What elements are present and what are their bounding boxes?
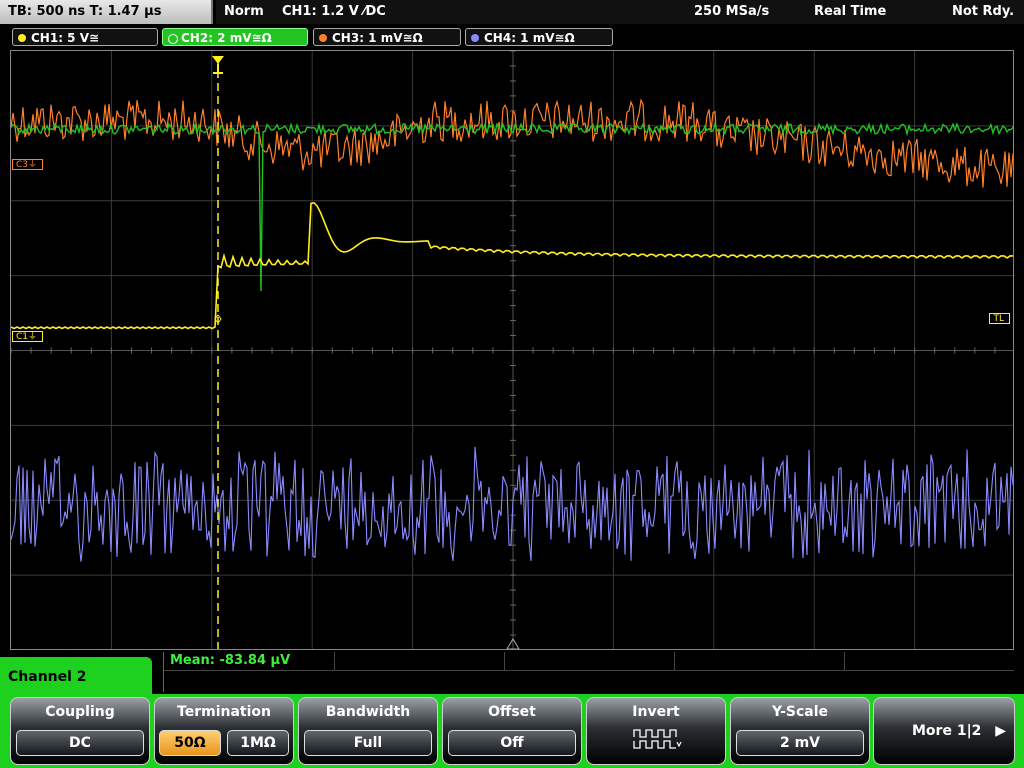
tab-ch2-label: CH2: 2 mV≅Ω: [181, 31, 272, 45]
trigger-position-icon[interactable]: [212, 56, 224, 74]
tab-ch4-label: CH4: 1 mV≅Ω: [484, 31, 575, 45]
yscale-softkey[interactable]: Y-Scale 2 mV: [730, 697, 870, 765]
tab-ch1-label: CH1: 5 V≅: [31, 31, 100, 45]
tab-ch3-label: CH3: 1 mV≅Ω: [332, 31, 423, 45]
next-page-icon: ▶: [995, 723, 1006, 739]
ch4-dot-icon: [471, 34, 479, 42]
ch1-trace: [11, 201, 1013, 330]
bandwidth-softkey[interactable]: Bandwidth Full: [298, 697, 438, 765]
coupling-softkey[interactable]: Coupling DC: [10, 697, 150, 765]
termination-softkey[interactable]: Termination 50Ω 1MΩ: [154, 697, 294, 765]
sample-rate: 250 MSa/s: [694, 4, 770, 19]
mean-readout: Mean: -83.84 µV: [170, 653, 291, 668]
tab-ch1[interactable]: CH1: 5 V≅: [12, 28, 158, 46]
measurement-panel: Mean: -83.84 µV: [163, 652, 1014, 692]
termination-1mohm-option[interactable]: 1MΩ: [227, 730, 289, 756]
ch1-offset-marker[interactable]: C1⏚: [12, 331, 44, 342]
acquisition-mode: Real Time: [814, 4, 887, 19]
measurement-row: Mean: -83.84 µV: [164, 652, 1014, 671]
tab-ch2[interactable]: CH2: 2 mV≅Ω: [162, 28, 308, 46]
more-softkey[interactable]: More 1|2 ▶: [873, 697, 1015, 765]
more-label: More 1|2: [912, 723, 982, 739]
measurement-cell: [504, 652, 675, 670]
menu-title-label: Channel 2: [8, 669, 87, 685]
trigger-level-marker[interactable]: TL: [989, 313, 1010, 324]
coupling-title: Coupling: [45, 704, 115, 720]
bandwidth-title: Bandwidth: [325, 704, 411, 720]
yscale-title: Y-Scale: [771, 704, 828, 720]
yscale-value[interactable]: 2 mV: [736, 730, 864, 756]
tab-ch4[interactable]: CH4: 1 mV≅Ω: [465, 28, 613, 46]
graticule: [11, 51, 1013, 649]
offset-title: Offset: [488, 704, 536, 720]
offset-softkey[interactable]: Offset Off: [442, 697, 582, 765]
trigger-source[interactable]: CH1: 1.2 V ⁄DC: [282, 0, 386, 24]
ch3-offset-marker[interactable]: C3⏚: [12, 159, 44, 170]
invert-softkey[interactable]: Invert: [586, 697, 726, 765]
invert-title: Invert: [632, 704, 680, 720]
measurement-cell: [334, 652, 505, 670]
timebase-readout[interactable]: TB: 500 ns T: 1.47 µs: [0, 0, 213, 24]
waveform-display[interactable]: C3⏚ C1⏚ TL: [10, 50, 1014, 650]
ch1-dot-icon: [18, 34, 26, 42]
ch3-dot-icon: [319, 34, 327, 42]
termination-50ohm-option[interactable]: 50Ω: [159, 730, 221, 756]
tab-ch3[interactable]: CH3: 1 mV≅Ω: [313, 28, 461, 46]
ch2-dot-icon: [168, 34, 178, 44]
ready-status: Not Rdy.: [952, 4, 1015, 19]
measurement-cell: [674, 652, 845, 670]
status-bar: Norm CH1: 1.2 V ⁄DC 250 MSa/s Real Time …: [216, 0, 1024, 24]
bandwidth-value[interactable]: Full: [304, 730, 432, 756]
coupling-value[interactable]: DC: [16, 730, 144, 756]
trigger-mode[interactable]: Norm: [224, 0, 264, 24]
termination-title: Termination: [177, 704, 271, 720]
waveform-canvas: [11, 51, 1013, 649]
invert-waveform-icon: [633, 729, 682, 749]
offset-value[interactable]: Off: [448, 730, 576, 756]
